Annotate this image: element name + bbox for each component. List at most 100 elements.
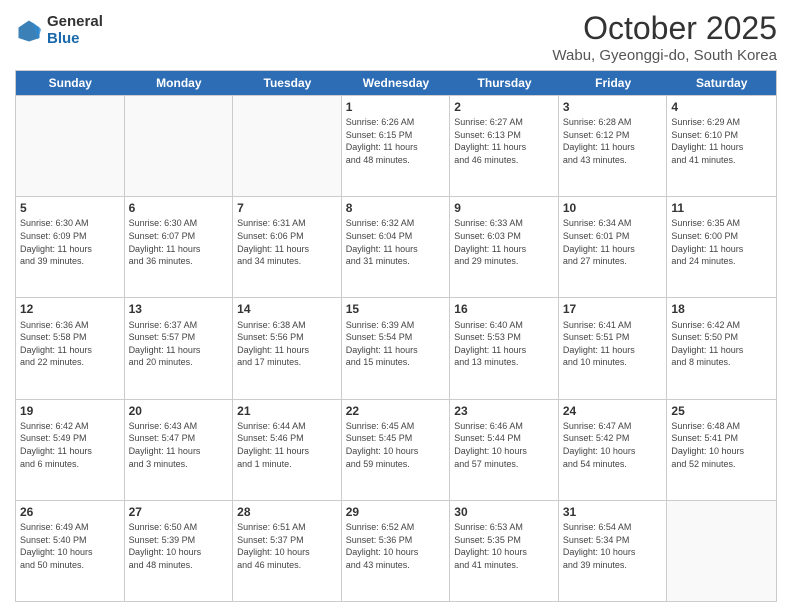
day-cell-16: 16 Sunrise: 6:40 AM Sunset: 5:53 PM Dayli… [450, 298, 559, 398]
day-number: 28 [237, 504, 337, 520]
header-day-thursday: Thursday [450, 71, 559, 95]
day-number: 12 [20, 301, 120, 317]
day-info: Sunrise: 6:43 AM Sunset: 5:47 PM Dayligh… [129, 420, 229, 470]
day-cell-13: 13 Sunrise: 6:37 AM Sunset: 5:57 PM Dayli… [125, 298, 234, 398]
day-number: 23 [454, 403, 554, 419]
day-info: Sunrise: 6:38 AM Sunset: 5:56 PM Dayligh… [237, 319, 337, 369]
day-number: 17 [563, 301, 663, 317]
day-cell-31: 31Sunrise: 6:54 AM Sunset: 5:34 PM Dayli… [559, 501, 668, 601]
day-cell-20: 20Sunrise: 6:43 AM Sunset: 5:47 PM Dayli… [125, 400, 234, 500]
title-area: October 2025 Wabu, Gyeonggi-do, South Ko… [552, 10, 777, 64]
day-number: 3 [563, 99, 663, 115]
day-number: 10 [563, 200, 663, 216]
day-cell-2: 2Sunrise: 6:27 AM Sunset: 6:13 PM Daylig… [450, 96, 559, 196]
day-info: Sunrise: 6:37 AM Sunset: 5:57 PM Dayligh… [129, 319, 229, 369]
location: Wabu, Gyeonggi-do, South Korea [552, 47, 777, 64]
day-info: Sunrise: 6:39 AM Sunset: 5:54 PM Dayligh… [346, 319, 446, 369]
day-cell-5: 5Sunrise: 6:30 AM Sunset: 6:09 PM Daylig… [16, 197, 125, 297]
day-number: 22 [346, 403, 446, 419]
logo-icon [15, 17, 43, 45]
day-cell-21: 21Sunrise: 6:44 AM Sunset: 5:46 PM Dayli… [233, 400, 342, 500]
day-cell-27: 27Sunrise: 6:50 AM Sunset: 5:39 PM Dayli… [125, 501, 234, 601]
day-info: Sunrise: 6:46 AM Sunset: 5:44 PM Dayligh… [454, 420, 554, 470]
day-number: 24 [563, 403, 663, 419]
day-number: 26 [20, 504, 120, 520]
day-info: Sunrise: 6:33 AM Sunset: 6:03 PM Dayligh… [454, 217, 554, 267]
day-info: Sunrise: 6:27 AM Sunset: 6:13 PM Dayligh… [454, 116, 554, 166]
day-info: Sunrise: 6:32 AM Sunset: 6:04 PM Dayligh… [346, 217, 446, 267]
day-cell-empty-0-0 [16, 96, 125, 196]
day-cell-empty-4-6 [667, 501, 776, 601]
day-cell-11: 11Sunrise: 6:35 AM Sunset: 6:00 PM Dayli… [667, 197, 776, 297]
day-cell-9: 9Sunrise: 6:33 AM Sunset: 6:03 PM Daylig… [450, 197, 559, 297]
calendar-row-0: 1Sunrise: 6:26 AM Sunset: 6:15 PM Daylig… [16, 95, 776, 196]
day-number: 4 [671, 99, 772, 115]
page: General Blue October 2025 Wabu, Gyeonggi… [0, 0, 792, 612]
day-cell-25: 25Sunrise: 6:48 AM Sunset: 5:41 PM Dayli… [667, 400, 776, 500]
logo-text: General Blue [47, 14, 103, 47]
calendar-row-1: 5Sunrise: 6:30 AM Sunset: 6:09 PM Daylig… [16, 196, 776, 297]
day-cell-14: 14 Sunrise: 6:38 AM Sunset: 5:56 PM Dayli… [233, 298, 342, 398]
day-cell-19: 19Sunrise: 6:42 AM Sunset: 5:49 PM Dayli… [16, 400, 125, 500]
day-info: Sunrise: 6:50 AM Sunset: 5:39 PM Dayligh… [129, 521, 229, 571]
calendar-row-2: 12 Sunrise: 6:36 AM Sunset: 5:58 PM Dayli… [16, 297, 776, 398]
day-cell-empty-0-2 [233, 96, 342, 196]
calendar-header: SundayMondayTuesdayWednesdayThursdayFrid… [16, 71, 776, 95]
day-info: Sunrise: 6:41 AM Sunset: 5:51 PM Dayligh… [563, 319, 663, 369]
day-cell-3: 3Sunrise: 6:28 AM Sunset: 6:12 PM Daylig… [559, 96, 668, 196]
day-number: 25 [671, 403, 772, 419]
day-number: 21 [237, 403, 337, 419]
day-number: 13 [129, 301, 229, 317]
day-number: 15 [346, 301, 446, 317]
day-number: 31 [563, 504, 663, 520]
day-number: 16 [454, 301, 554, 317]
day-info: Sunrise: 6:30 AM Sunset: 6:09 PM Dayligh… [20, 217, 120, 267]
day-info: Sunrise: 6:34 AM Sunset: 6:01 PM Dayligh… [563, 217, 663, 267]
header-day-sunday: Sunday [16, 71, 125, 95]
day-cell-15: 15 Sunrise: 6:39 AM Sunset: 5:54 PM Dayli… [342, 298, 451, 398]
calendar-body: 1Sunrise: 6:26 AM Sunset: 6:15 PM Daylig… [16, 95, 776, 601]
day-cell-24: 24Sunrise: 6:47 AM Sunset: 5:42 PM Dayli… [559, 400, 668, 500]
logo-general-text: General [47, 14, 103, 31]
day-info: Sunrise: 6:45 AM Sunset: 5:45 PM Dayligh… [346, 420, 446, 470]
day-cell-28: 28Sunrise: 6:51 AM Sunset: 5:37 PM Dayli… [233, 501, 342, 601]
day-cell-22: 22Sunrise: 6:45 AM Sunset: 5:45 PM Dayli… [342, 400, 451, 500]
day-info: Sunrise: 6:51 AM Sunset: 5:37 PM Dayligh… [237, 521, 337, 571]
day-number: 7 [237, 200, 337, 216]
day-cell-4: 4Sunrise: 6:29 AM Sunset: 6:10 PM Daylig… [667, 96, 776, 196]
day-number: 19 [20, 403, 120, 419]
day-info: Sunrise: 6:52 AM Sunset: 5:36 PM Dayligh… [346, 521, 446, 571]
calendar-row-4: 26Sunrise: 6:49 AM Sunset: 5:40 PM Dayli… [16, 500, 776, 601]
day-info: Sunrise: 6:49 AM Sunset: 5:40 PM Dayligh… [20, 521, 120, 571]
day-cell-empty-0-1 [125, 96, 234, 196]
day-number: 9 [454, 200, 554, 216]
day-cell-8: 8Sunrise: 6:32 AM Sunset: 6:04 PM Daylig… [342, 197, 451, 297]
day-number: 30 [454, 504, 554, 520]
header-day-friday: Friday [559, 71, 668, 95]
logo-blue-text: Blue [47, 31, 103, 48]
day-number: 2 [454, 99, 554, 115]
day-info: Sunrise: 6:40 AM Sunset: 5:53 PM Dayligh… [454, 319, 554, 369]
day-cell-12: 12 Sunrise: 6:36 AM Sunset: 5:58 PM Dayli… [16, 298, 125, 398]
day-info: Sunrise: 6:47 AM Sunset: 5:42 PM Dayligh… [563, 420, 663, 470]
day-info: Sunrise: 6:28 AM Sunset: 6:12 PM Dayligh… [563, 116, 663, 166]
day-cell-10: 10Sunrise: 6:34 AM Sunset: 6:01 PM Dayli… [559, 197, 668, 297]
day-info: Sunrise: 6:44 AM Sunset: 5:46 PM Dayligh… [237, 420, 337, 470]
month-title: October 2025 [552, 10, 777, 47]
day-number: 8 [346, 200, 446, 216]
calendar-row-3: 19Sunrise: 6:42 AM Sunset: 5:49 PM Dayli… [16, 399, 776, 500]
day-number: 20 [129, 403, 229, 419]
day-info: Sunrise: 6:36 AM Sunset: 5:58 PM Dayligh… [20, 319, 120, 369]
header: General Blue October 2025 Wabu, Gyeonggi… [15, 10, 777, 64]
day-info: Sunrise: 6:42 AM Sunset: 5:50 PM Dayligh… [671, 319, 772, 369]
day-info: Sunrise: 6:30 AM Sunset: 6:07 PM Dayligh… [129, 217, 229, 267]
day-cell-1: 1Sunrise: 6:26 AM Sunset: 6:15 PM Daylig… [342, 96, 451, 196]
day-number: 18 [671, 301, 772, 317]
day-info: Sunrise: 6:53 AM Sunset: 5:35 PM Dayligh… [454, 521, 554, 571]
day-info: Sunrise: 6:31 AM Sunset: 6:06 PM Dayligh… [237, 217, 337, 267]
header-day-monday: Monday [125, 71, 234, 95]
day-cell-17: 17 Sunrise: 6:41 AM Sunset: 5:51 PM Dayli… [559, 298, 668, 398]
header-day-wednesday: Wednesday [342, 71, 451, 95]
day-number: 14 [237, 301, 337, 317]
header-day-tuesday: Tuesday [233, 71, 342, 95]
